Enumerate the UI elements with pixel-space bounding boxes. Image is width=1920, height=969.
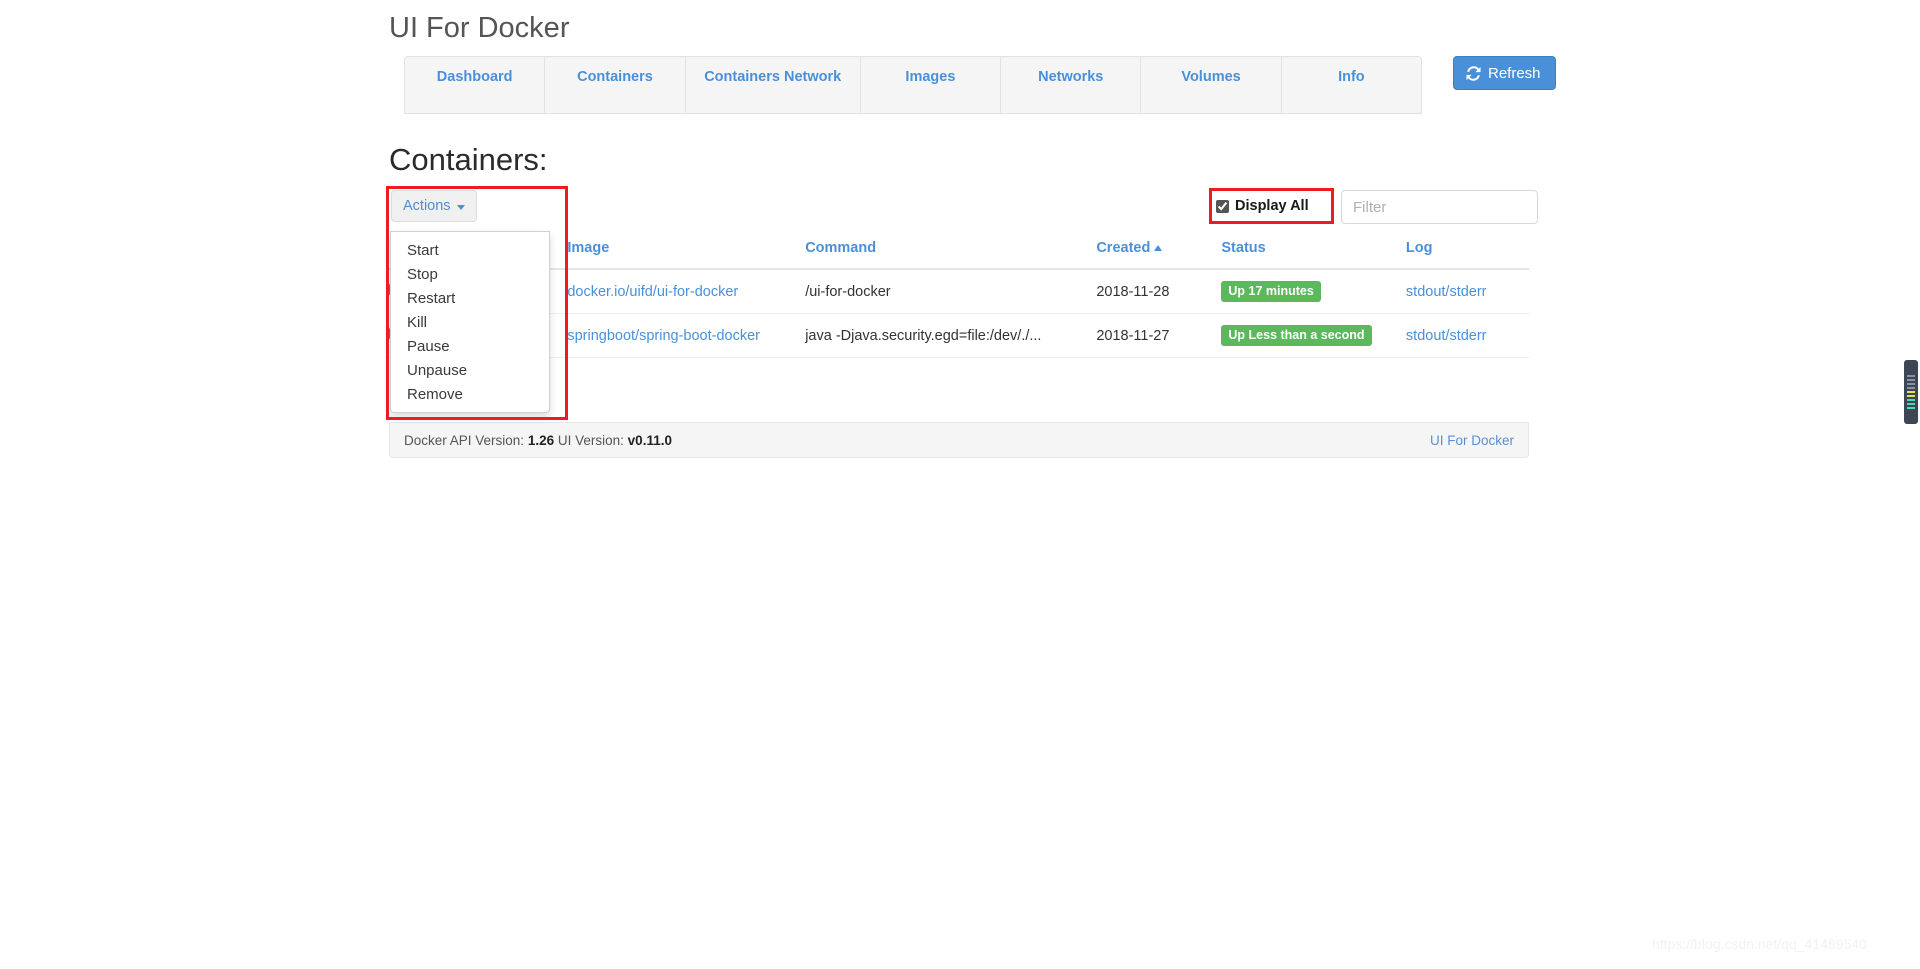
column-header-log[interactable]: Log bbox=[1405, 232, 1529, 270]
row-created-cell: 2018-11-28 bbox=[1096, 269, 1222, 314]
column-header-command[interactable]: Command bbox=[805, 232, 1097, 270]
display-all-checkbox[interactable] bbox=[1216, 199, 1229, 213]
ui-version-value: v0.11.0 bbox=[627, 432, 672, 448]
api-version-value: 1.26 bbox=[527, 432, 555, 448]
edge-scrollbar-widget[interactable] bbox=[1904, 360, 1918, 424]
row-log-cell[interactable]: stdout/stderr bbox=[1405, 269, 1529, 314]
row-status-cell: Up Less than a second bbox=[1221, 313, 1406, 358]
edge-bar bbox=[1907, 399, 1915, 401]
tab-networks[interactable]: Networks bbox=[1001, 57, 1142, 113]
chevron-down-icon bbox=[456, 204, 465, 210]
column-header-created[interactable]: Created bbox=[1096, 232, 1222, 270]
table-body: ui-for-docker docker.io/uifd/ui-for-dock… bbox=[389, 269, 1529, 358]
table-header-row: Name Image Command Created Status Log bbox=[389, 232, 1529, 270]
row-created-cell: 2018-11-27 bbox=[1096, 313, 1222, 358]
container-log-link[interactable]: stdout/stderr bbox=[1406, 328, 1487, 344]
table-row[interactable]: spring-boot-docker springboot/spring-boo… bbox=[389, 313, 1529, 358]
table-row[interactable]: ui-for-docker docker.io/uifd/ui-for-dock… bbox=[389, 269, 1529, 314]
refresh-button[interactable]: Refresh bbox=[1453, 56, 1556, 90]
sort-ascending-icon bbox=[1154, 245, 1163, 251]
edge-bar bbox=[1907, 391, 1915, 393]
container-log-link[interactable]: stdout/stderr bbox=[1406, 284, 1487, 300]
refresh-button-label: Refresh bbox=[1488, 64, 1541, 82]
actions-dropdown-menu: Start Stop Restart Kill Pause Unpause Re… bbox=[390, 231, 550, 413]
row-log-cell[interactable]: stdout/stderr bbox=[1405, 313, 1529, 358]
containers-table-wrapper: Name Image Command Created Status Log bbox=[389, 232, 1529, 358]
page-root: UI For Docker Dashboard Containers Conta… bbox=[0, 0, 1920, 969]
tab-info[interactable]: Info bbox=[1281, 57, 1421, 113]
display-all-control[interactable]: Display All bbox=[1216, 194, 1309, 218]
filter-input[interactable] bbox=[1341, 190, 1538, 224]
api-version-label: Docker API Version: bbox=[404, 432, 525, 448]
footer-link[interactable]: UI For Docker bbox=[1430, 433, 1514, 448]
row-command-cell: java -Djava.security.egd=file:/dev/./... bbox=[805, 313, 1097, 358]
footer-bar: Docker API Version: 1.26 UI Version: v0.… bbox=[389, 422, 1529, 458]
menu-item-restart[interactable]: Restart bbox=[391, 286, 549, 310]
edge-bar bbox=[1907, 395, 1915, 397]
tab-dashboard[interactable]: Dashboard bbox=[405, 57, 546, 113]
version-info: Docker API Version: 1.26 UI Version: v0.… bbox=[404, 433, 672, 448]
display-all-label: Display All bbox=[1235, 198, 1309, 214]
menu-item-stop[interactable]: Stop bbox=[391, 262, 549, 286]
watermark-text: https://blog.csdn.net/qq_41489540 bbox=[1652, 936, 1867, 952]
edge-bar bbox=[1907, 407, 1915, 409]
row-command-cell: /ui-for-docker bbox=[805, 269, 1097, 314]
menu-item-pause[interactable]: Pause bbox=[391, 334, 549, 358]
status-badge: Up Less than a second bbox=[1221, 325, 1372, 346]
menu-item-unpause[interactable]: Unpause bbox=[391, 358, 549, 382]
menu-item-start[interactable]: Start bbox=[391, 238, 549, 262]
tab-volumes[interactable]: Volumes bbox=[1141, 57, 1282, 113]
row-status-cell: Up 17 minutes bbox=[1221, 269, 1406, 314]
edge-bar bbox=[1907, 379, 1915, 381]
edge-bar bbox=[1907, 387, 1915, 389]
tab-containers[interactable]: Containers bbox=[545, 57, 686, 113]
edge-bar bbox=[1907, 403, 1915, 405]
edge-bar bbox=[1907, 383, 1915, 385]
edge-bar bbox=[1907, 375, 1915, 377]
status-badge: Up 17 minutes bbox=[1221, 281, 1321, 302]
column-header-image[interactable]: Image bbox=[567, 232, 806, 270]
containers-table: Name Image Command Created Status Log bbox=[389, 232, 1529, 358]
menu-item-remove[interactable]: Remove bbox=[391, 382, 549, 406]
section-title: Containers: bbox=[389, 142, 548, 177]
page-title: UI For Docker bbox=[389, 12, 570, 44]
column-header-created-label: Created bbox=[1096, 240, 1151, 256]
column-header-status[interactable]: Status bbox=[1221, 232, 1406, 270]
tab-images[interactable]: Images bbox=[860, 57, 1002, 113]
actions-button-label: Actions bbox=[403, 198, 451, 214]
actions-button[interactable]: Actions bbox=[391, 190, 477, 222]
ui-version-label: UI Version: bbox=[557, 432, 624, 448]
row-image-cell[interactable]: springboot/spring-boot-docker bbox=[567, 313, 806, 358]
tab-containers-network[interactable]: Containers Network bbox=[685, 57, 861, 113]
table-head: Name Image Command Created Status Log bbox=[389, 232, 1529, 270]
row-image-cell[interactable]: docker.io/uifd/ui-for-docker bbox=[567, 269, 806, 314]
container-image-link[interactable]: docker.io/uifd/ui-for-docker bbox=[567, 284, 738, 300]
container-image-link[interactable]: springboot/spring-boot-docker bbox=[567, 328, 760, 344]
main-nav-tabs: Dashboard Containers Containers Network … bbox=[404, 56, 1422, 114]
menu-item-kill[interactable]: Kill bbox=[391, 310, 549, 334]
refresh-icon bbox=[1466, 65, 1481, 81]
